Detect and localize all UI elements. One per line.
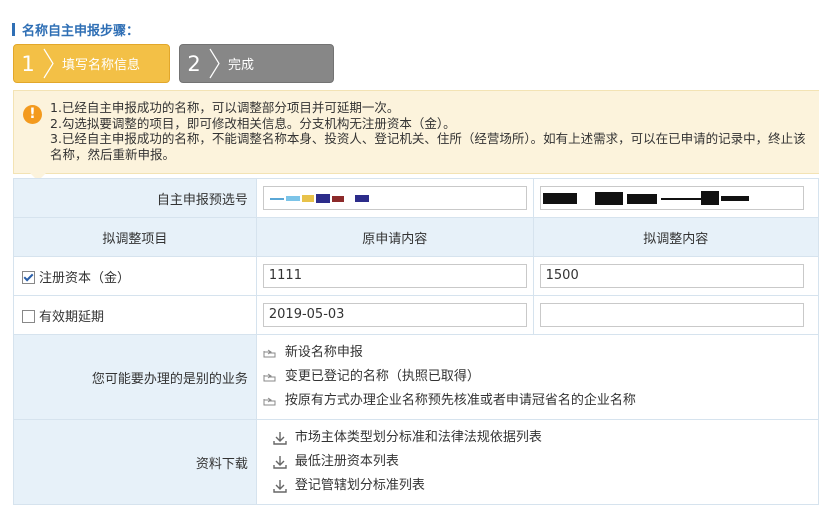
validity-row: 有效期延期 2019-05-03 (13, 295, 819, 335)
download-link-jurisdiction[interactable]: 登记管辖划分标准列表 (263, 474, 818, 498)
pointing-hand-icon (263, 397, 276, 406)
preselect-row: 自主申报预选号 (13, 178, 819, 218)
capital-checkbox[interactable] (22, 270, 35, 284)
preselect-name-field[interactable] (539, 186, 804, 210)
preselect-number-field[interactable] (262, 186, 527, 210)
capital-row: 注册资本（金） 1111 1500 (13, 256, 819, 296)
pointing-hand-icon (263, 373, 276, 382)
download-link-standards[interactable]: 市场主体类型划分标准和法律法规依据列表 (263, 426, 818, 450)
business-link-label: 按原有方式办理企业名称预先核准或者申请冠省名的企业名称 (284, 393, 636, 408)
redacted-content (542, 191, 749, 205)
validity-adjusted-field[interactable] (539, 303, 804, 327)
notice-line: 1.已经自主申报成功的名称，可以调整部分项目并可延期一次。 (50, 100, 400, 115)
notice-text: 1.已经自主申报成功的名称，可以调整部分项目并可延期一次。 2.勾选拟要调整的项… (50, 100, 810, 162)
downloads-row: 资料下载 市场主体类型划分标准和法律法规依据列表 最低注册资本列表 登记管辖划分… (13, 419, 819, 505)
validity-adjusted-cell (532, 295, 819, 335)
col-header-adjusted: 拟调整内容 (532, 217, 819, 257)
business-link-legacy[interactable]: 按原有方式办理企业名称预先核准或者申请冠省名的企业名称 (263, 389, 818, 413)
other-business-cell: 新设名称申报 变更已登记的名称（执照已取得） 按原有方式办理企业名称预先核准或者… (255, 334, 819, 420)
step-fill-info: 1 填写名称信息 (13, 44, 170, 83)
downloads-label: 资料下载 (13, 419, 257, 505)
download-icon (273, 480, 287, 493)
warning-icon: ! (23, 105, 42, 124)
downloads-list: 市场主体类型划分标准和法律法规依据列表 最低注册资本列表 登记管辖划分标准列表 (263, 426, 818, 498)
header-row: 拟调整项目 原申请内容 拟调整内容 (13, 217, 819, 257)
download-icon (273, 456, 287, 469)
business-link-change[interactable]: 变更已登记的名称（执照已取得） (263, 365, 818, 389)
other-business-label: 您可能要办理的是别的业务 (13, 334, 257, 420)
col-header-item: 拟调整项目 (13, 217, 257, 257)
step-complete: 2 完成 (179, 44, 334, 83)
capital-adjusted-cell: 1500 (532, 256, 819, 296)
validity-label-cell: 有效期延期 (13, 295, 257, 335)
capital-label-cell: 注册资本（金） (13, 256, 257, 296)
section-title: 名称自主申报步骤： (12, 22, 140, 39)
validity-label: 有效期延期 (39, 309, 105, 325)
download-link-label: 市场主体类型划分标准和法律法规依据列表 (294, 430, 542, 445)
download-link-label: 最低注册资本列表 (294, 454, 399, 469)
step-number: 2 (187, 51, 201, 76)
chevron-right-icon (209, 48, 220, 79)
business-link-label: 新设名称申报 (284, 345, 363, 360)
section-title-text: 名称自主申报步骤： (22, 23, 140, 39)
capital-original-cell: 1111 (255, 256, 534, 296)
notice-box: ! 1.已经自主申报成功的名称，可以调整部分项目并可延期一次。 2.勾选拟要调整… (13, 90, 819, 181)
capital-adjusted-field[interactable]: 1500 (539, 264, 804, 288)
pointing-hand-icon (263, 349, 276, 358)
other-business-row: 您可能要办理的是别的业务 新设名称申报 变更已登记的名称（执照已取得） 按原有方… (13, 334, 819, 420)
download-icon (273, 432, 287, 445)
download-link-label: 登记管辖划分标准列表 (294, 478, 425, 493)
adjust-form: 自主申报预选号 拟调整项目 原申请内容 拟调整内容 注册资本（金） 1111 1… (13, 178, 819, 505)
preselect-name-cell (532, 178, 819, 218)
validity-checkbox[interactable] (22, 309, 35, 323)
step-label: 完成 (228, 58, 255, 73)
downloads-cell: 市场主体类型划分标准和法律法规依据列表 最低注册资本列表 登记管辖划分标准列表 (255, 419, 819, 505)
business-link-new[interactable]: 新设名称申报 (263, 341, 818, 365)
step-number: 1 (21, 51, 35, 76)
notice-line: 2.勾选拟要调整的项目，即可修改相关信息。分支机构无注册资本（金）。 (50, 115, 456, 131)
step-label: 填写名称信息 (62, 58, 141, 73)
preselect-label: 自主申报预选号 (13, 178, 257, 218)
redacted-content (269, 194, 369, 203)
download-link-capital[interactable]: 最低注册资本列表 (263, 450, 818, 474)
chevron-right-icon (43, 48, 54, 79)
capital-label: 注册资本（金） (39, 270, 131, 286)
preselect-cell (255, 178, 534, 218)
notice-line: 3.已经自主申报成功的名称，不能调整名称本身、投资人、登记机关、住所（经营场所）… (50, 131, 806, 162)
capital-original-field[interactable]: 1111 (262, 264, 527, 288)
other-business-list: 新设名称申报 变更已登记的名称（执照已取得） 按原有方式办理企业名称预先核准或者… (263, 341, 818, 413)
business-link-label: 变更已登记的名称（执照已取得） (284, 369, 480, 384)
title-marker (12, 22, 15, 36)
validity-original-cell: 2019-05-03 (255, 295, 534, 335)
validity-original-field[interactable]: 2019-05-03 (262, 303, 527, 327)
col-header-original: 原申请内容 (255, 217, 534, 257)
